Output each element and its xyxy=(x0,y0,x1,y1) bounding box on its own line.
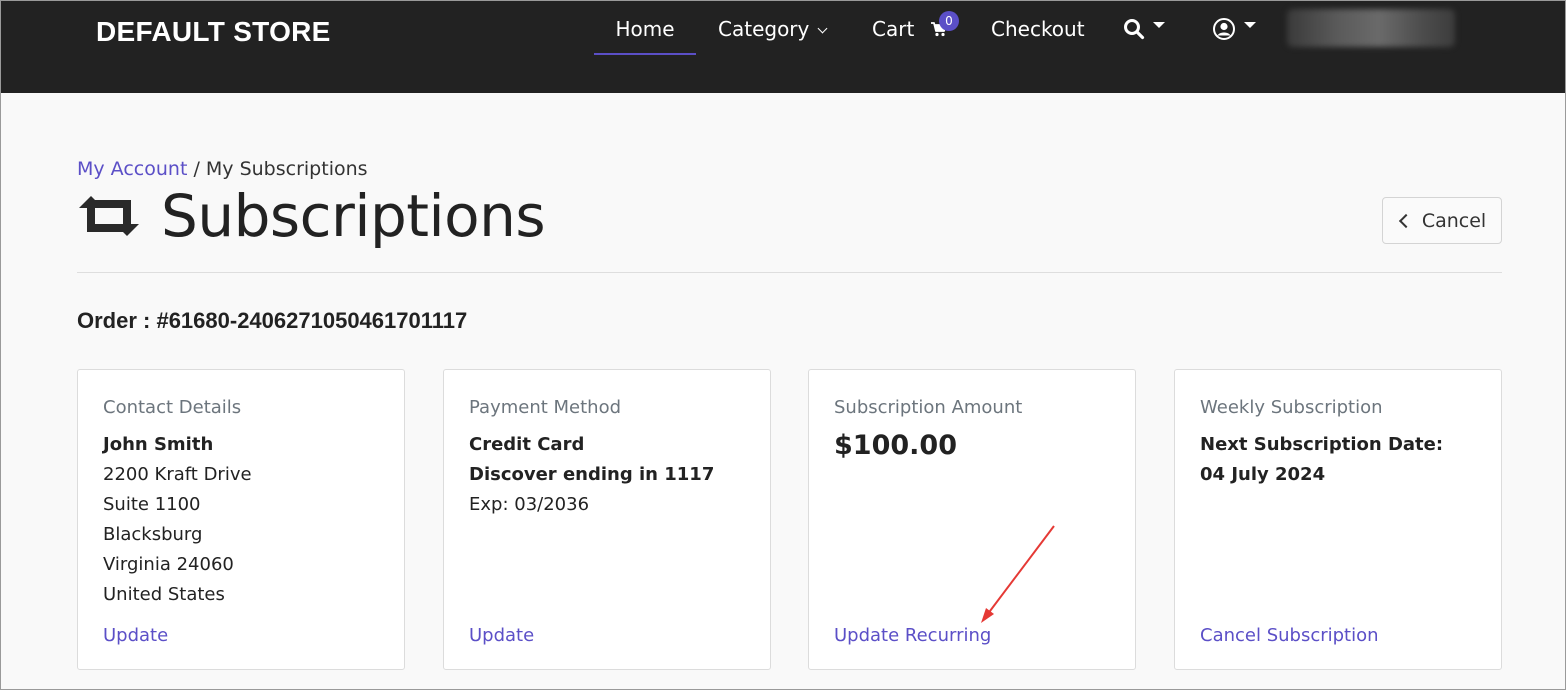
weekly-subscription-card: Weekly Subscription Next Subscription Da… xyxy=(1174,369,1502,670)
user-menu-button[interactable] xyxy=(1212,15,1256,43)
update-payment-link[interactable]: Update xyxy=(469,624,534,648)
nav-category[interactable]: Category xyxy=(718,9,828,49)
address-line: Virginia 24060 xyxy=(103,554,234,575)
page-title: Subscriptions xyxy=(77,181,546,251)
payment-type: Credit Card xyxy=(469,434,585,455)
next-subscription-label: Next Subscription Date: xyxy=(1200,434,1444,455)
breadcrumb-separator: / xyxy=(193,158,200,180)
redacted-user-name xyxy=(1287,9,1455,47)
payment-method-card: Payment Method Credit Card Discover endi… xyxy=(443,369,771,670)
nav-category-label: Category xyxy=(718,17,810,41)
nav-cart[interactable]: Cart xyxy=(872,9,914,49)
payment-details: Credit Card Discover ending in 1117 Exp:… xyxy=(469,430,714,520)
next-subscription-info: Next Subscription Date: 04 July 2024 xyxy=(1200,430,1443,490)
address-line: 2200 Kraft Drive xyxy=(103,464,252,485)
cart-count-badge: 0 xyxy=(939,11,959,31)
chevron-down-icon xyxy=(817,23,828,34)
store-brand[interactable]: DEFAULT STORE xyxy=(96,13,331,51)
retweet-icon xyxy=(79,196,139,236)
cancel-button-label: Cancel xyxy=(1421,209,1487,232)
nav-active-indicator xyxy=(594,53,696,55)
caret-down-icon xyxy=(1153,22,1165,28)
address-line: Blacksburg xyxy=(103,524,203,545)
next-subscription-date: 04 July 2024 xyxy=(1200,464,1326,485)
update-contact-link[interactable]: Update xyxy=(103,624,168,648)
contact-details-card: Contact Details John Smith 2200 Kraft Dr… xyxy=(77,369,405,670)
contact-name: John Smith xyxy=(103,434,214,455)
contact-address: John Smith 2200 Kraft Drive Suite 1100 B… xyxy=(103,430,252,610)
update-recurring-link[interactable]: Update Recurring xyxy=(834,624,991,648)
user-circle-icon xyxy=(1213,18,1235,40)
address-line: Suite 1100 xyxy=(103,494,201,515)
subscription-amount-value: $100.00 xyxy=(834,430,957,461)
breadcrumb: My Account / My Subscriptions xyxy=(77,156,368,182)
card-title: Payment Method xyxy=(469,397,622,418)
address-line: United States xyxy=(103,584,225,605)
breadcrumb-my-account-link[interactable]: My Account xyxy=(77,158,187,180)
card-expiry: Exp: 03/2036 xyxy=(469,494,590,515)
browser-page: DEFAULT STORE Home Category Cart 0 Check… xyxy=(0,0,1566,690)
nav-checkout[interactable]: Checkout xyxy=(991,9,1085,49)
nav-home[interactable]: Home xyxy=(594,9,696,49)
order-number-heading: Order : #61680-2406271050461701117 xyxy=(77,308,468,333)
top-navbar: DEFAULT STORE Home Category Cart 0 Check… xyxy=(1,1,1565,93)
header-divider xyxy=(77,272,1502,273)
page-title-text: Subscriptions xyxy=(161,182,546,250)
subscription-amount-card: Subscription Amount $100.00 Update Recur… xyxy=(808,369,1136,670)
cancel-button[interactable]: Cancel xyxy=(1382,197,1502,244)
breadcrumb-current: My Subscriptions xyxy=(205,158,368,180)
search-icon xyxy=(1124,19,1145,40)
card-title: Contact Details xyxy=(103,397,242,418)
chevron-left-icon xyxy=(1398,213,1413,228)
search-dropdown-button[interactable] xyxy=(1123,15,1165,43)
card-title: Weekly Subscription xyxy=(1200,397,1383,418)
cancel-subscription-link[interactable]: Cancel Subscription xyxy=(1200,624,1379,648)
caret-down-icon xyxy=(1244,22,1256,28)
card-ending: Discover ending in 1117 xyxy=(469,464,715,485)
card-title: Subscription Amount xyxy=(834,397,1023,418)
